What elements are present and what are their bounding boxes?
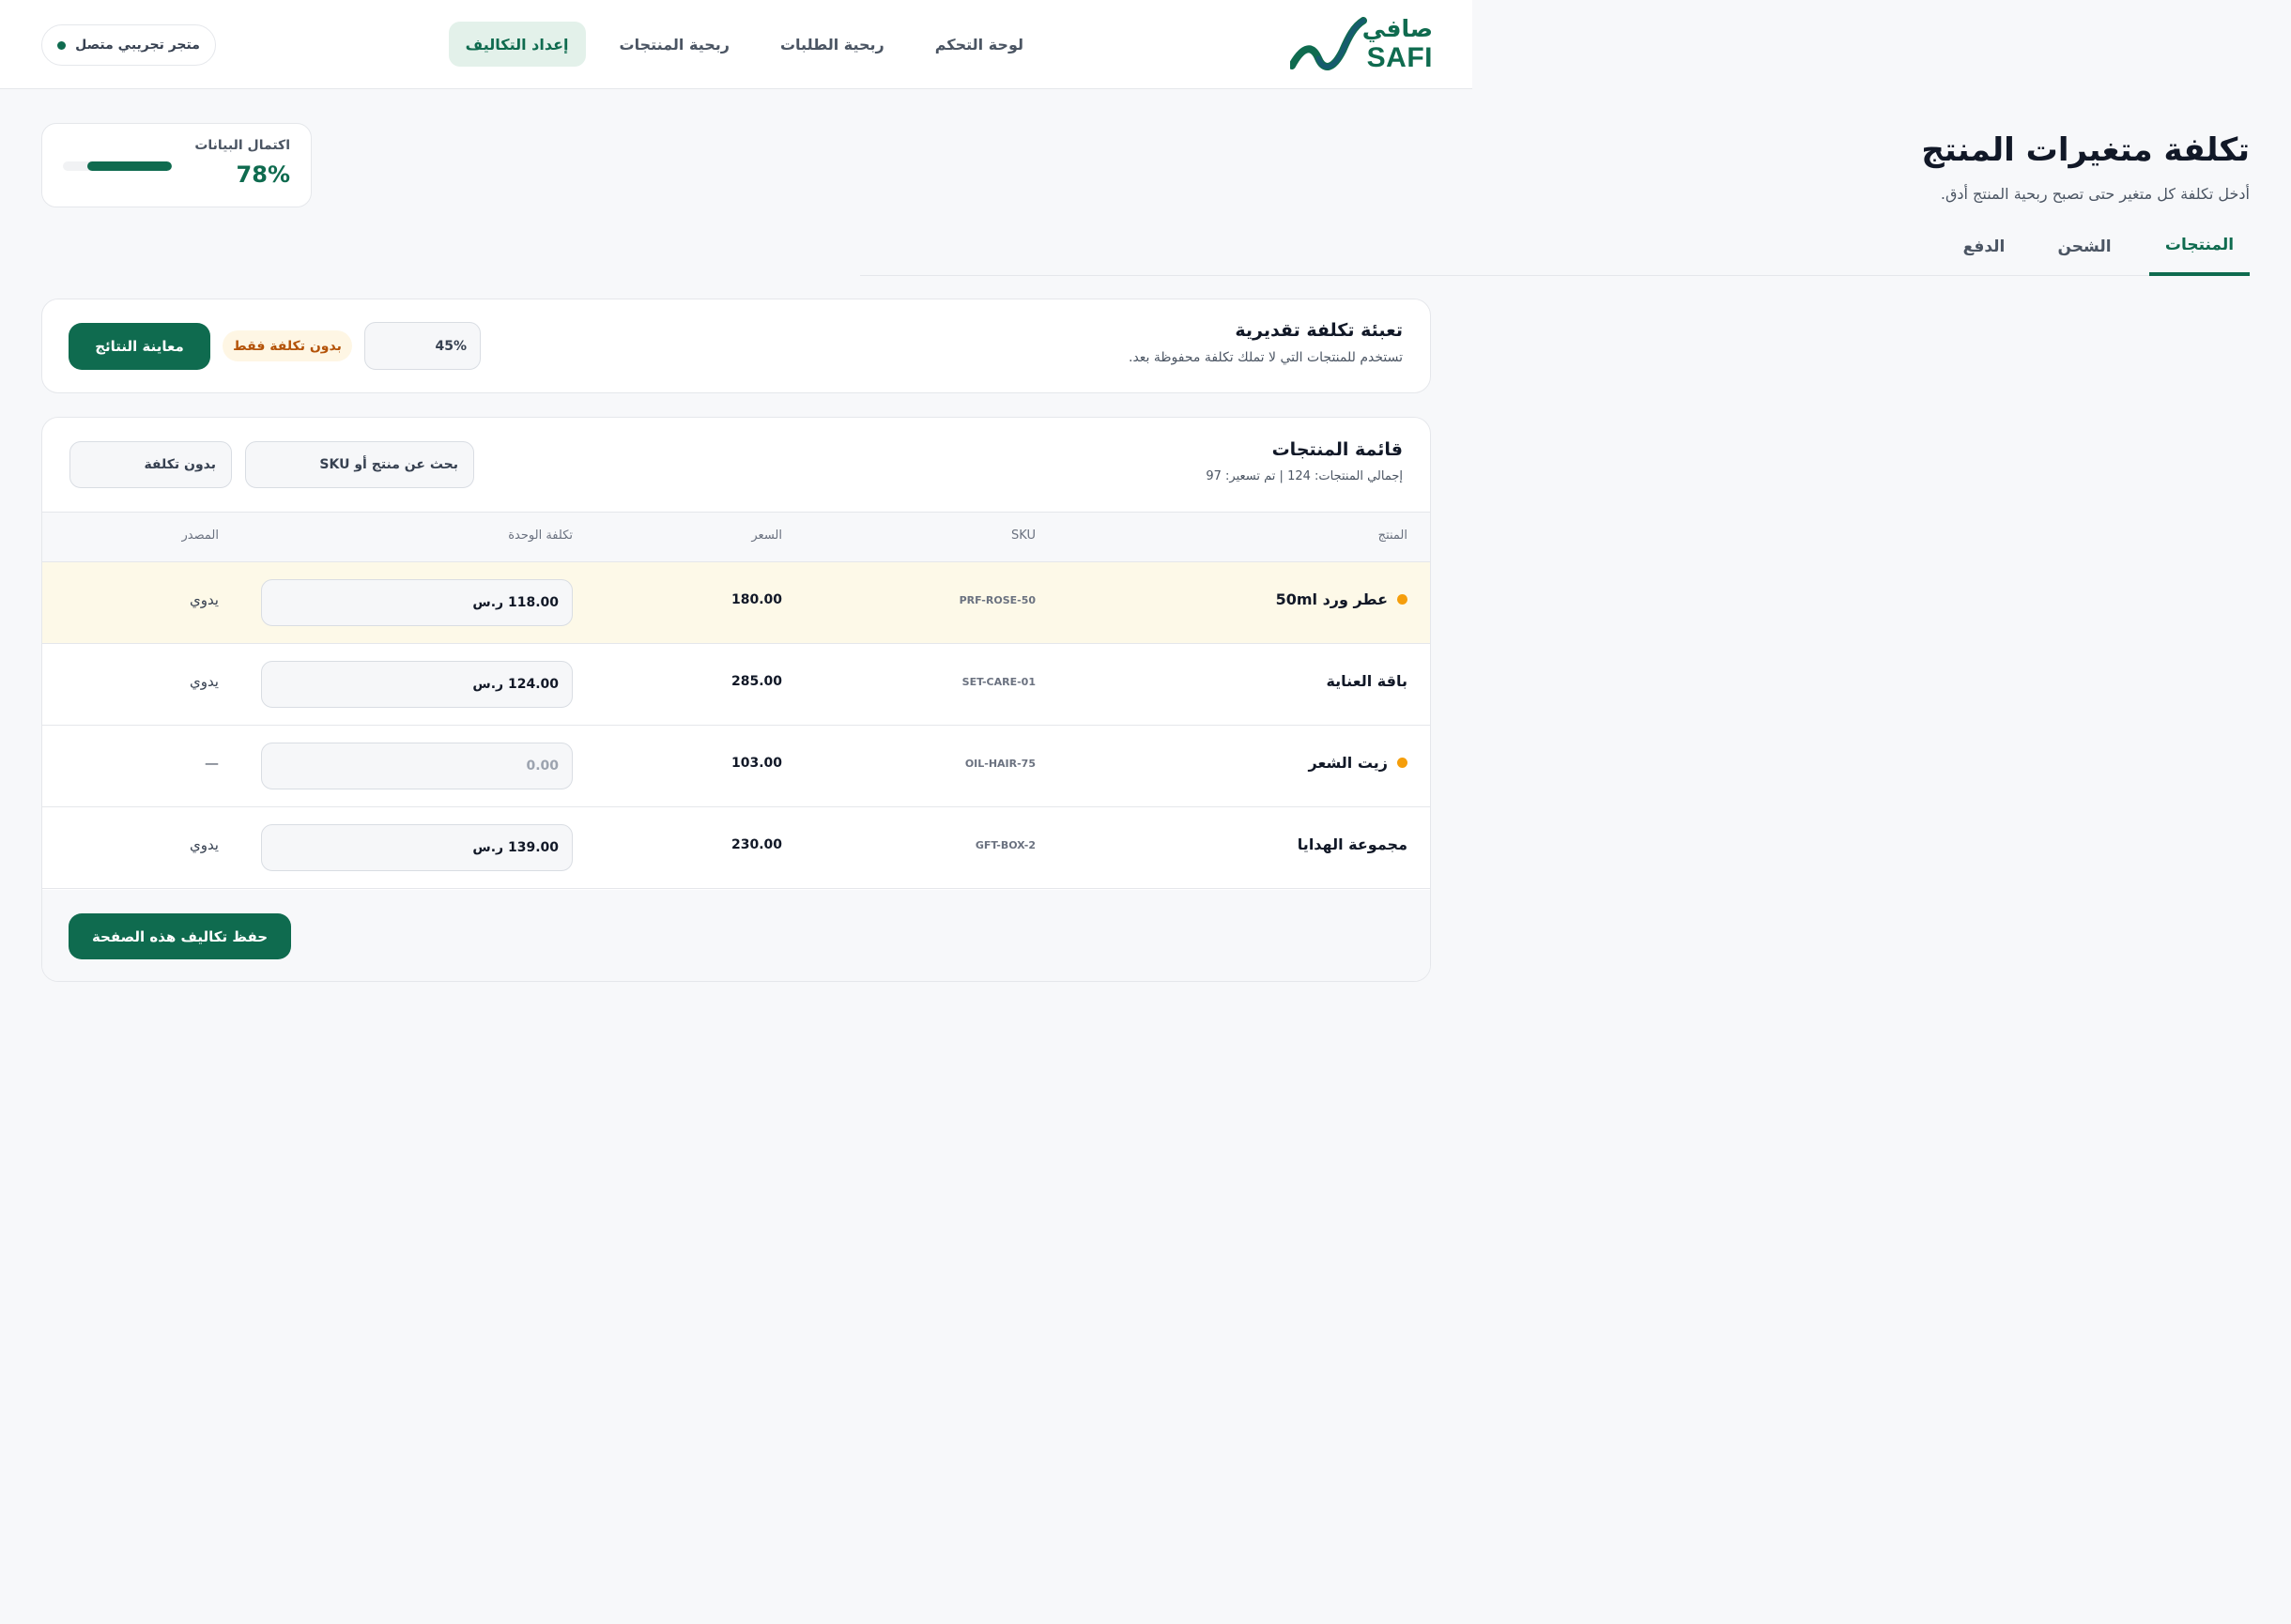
bulk-estimate-title: تعبئة تكلفة تقديرية bbox=[1235, 320, 1403, 341]
product-price: 285.00 bbox=[730, 674, 782, 689]
warning-dot-icon bbox=[1397, 594, 1407, 605]
completion-value: 78% bbox=[236, 161, 290, 188]
unit-cost-input[interactable]: 139.00 ر.س bbox=[261, 824, 573, 871]
safi-logo[interactable]: صافي SAFI bbox=[1290, 15, 1433, 73]
cost-source: — bbox=[205, 755, 219, 772]
product-name: باقة العناية bbox=[1326, 672, 1407, 690]
status-dot-icon bbox=[57, 40, 67, 50]
column-header-source: المصدر bbox=[181, 529, 219, 543]
product-sku: GFT-BOX-2 bbox=[975, 839, 1036, 851]
tab-products[interactable]: المنتجات bbox=[2149, 218, 2250, 276]
product-price: 180.00 bbox=[730, 592, 782, 607]
logo-text-en: SAFI bbox=[1366, 42, 1433, 73]
warning-dot-icon bbox=[1397, 758, 1407, 768]
product-sku: OIL-HAIR-75 bbox=[964, 758, 1036, 770]
completion-progress-fill bbox=[86, 161, 172, 171]
product-sku: SET-CARE-01 bbox=[961, 676, 1036, 688]
column-header-price: السعر bbox=[751, 529, 782, 543]
unit-cost-input[interactable]: 118.00 ر.س bbox=[261, 579, 573, 626]
column-header-sku: SKU bbox=[1011, 529, 1036, 543]
table-row: باقة العناية SET-CARE-01 285.00 124.00 ر… bbox=[42, 644, 1430, 726]
save-footer: حفظ تكاليف هذه الصفحة bbox=[42, 890, 1430, 981]
product-name: مجموعة الهدايا bbox=[1297, 835, 1407, 853]
section-tabs: المنتجات الشحن الدفع bbox=[860, 218, 2250, 276]
nav-dashboard[interactable]: لوحة التحكم bbox=[918, 22, 1040, 67]
logo-text-ar: صافي bbox=[1361, 15, 1433, 42]
product-price: 103.00 bbox=[730, 756, 782, 771]
product-name-cell: زيت الشعر bbox=[1309, 754, 1407, 772]
completion-label: اكتمال البيانات bbox=[194, 138, 290, 153]
completion-progress-bar bbox=[63, 161, 172, 171]
column-header-unit-cost: تكلفة الوحدة bbox=[508, 529, 573, 543]
bulk-estimate-description: تستخدم للمنتجات التي لا تملك تكلفة محفوظ… bbox=[1129, 350, 1403, 365]
product-sku: PRF-ROSE-50 bbox=[959, 594, 1036, 606]
cost-source: يدوي bbox=[189, 836, 219, 853]
product-name: زيت الشعر bbox=[1308, 754, 1388, 772]
products-summary: إجمالي المنتجات: 124 | تم تسعير: 97 bbox=[1206, 469, 1403, 483]
data-completion-card: اكتمال البيانات 78% bbox=[41, 123, 312, 207]
table-header: المنتج SKU السعر تكلفة الوحدة المصدر bbox=[42, 512, 1430, 562]
unit-cost-input[interactable]: 124.00 ر.س bbox=[261, 661, 573, 708]
safi-swoosh-logo-icon bbox=[1290, 17, 1367, 70]
product-name-cell: باقة العناية bbox=[1326, 672, 1407, 690]
page-subtitle: أدخل تكلفة كل متغير حتى تصبح ربحية المنت… bbox=[1940, 185, 2250, 203]
cost-source: يدوي bbox=[189, 673, 219, 690]
main-nav: لوحة التحكم ربحية الطلبات ربحية المنتجات… bbox=[448, 22, 1040, 67]
products-list-title: قائمة المنتجات bbox=[1271, 439, 1403, 460]
tab-payment[interactable]: الدفع bbox=[1944, 218, 2024, 276]
preview-results-button[interactable]: معاينة النتائج bbox=[69, 323, 210, 370]
products-list-card: قائمة المنتجات إجمالي المنتجات: 124 | تم… bbox=[41, 417, 1431, 982]
estimate-percent-input[interactable]: 45% bbox=[364, 322, 481, 370]
product-name-cell: مجموعة الهدايا bbox=[1298, 835, 1407, 853]
table-row: مجموعة الهدايا GFT-BOX-2 230.00 139.00 ر… bbox=[42, 807, 1430, 889]
bulk-estimate-card: تعبئة تكلفة تقديرية تستخدم للمنتجات التي… bbox=[41, 299, 1431, 393]
cost-filter-select[interactable]: بدون تكلفة bbox=[69, 441, 232, 488]
nav-products-profitability[interactable]: ربحية المنتجات bbox=[603, 22, 746, 67]
column-header-product: المنتج bbox=[1377, 529, 1407, 543]
cost-source: يدوي bbox=[189, 591, 219, 608]
product-name-cell: عطر ورد 50ml bbox=[1276, 590, 1407, 608]
product-name: عطر ورد 50ml bbox=[1275, 590, 1388, 608]
table-row: زيت الشعر OIL-HAIR-75 103.00 0.00 — bbox=[42, 726, 1430, 807]
save-page-costs-button[interactable]: حفظ تكاليف هذه الصفحة bbox=[69, 913, 291, 959]
nav-orders-profitability[interactable]: ربحية الطلبات bbox=[763, 22, 901, 67]
top-bar: صافي SAFI لوحة التحكم ربحية الطلبات ربحي… bbox=[0, 0, 1472, 89]
missing-cost-only-badge[interactable]: بدون تكلفة فقط bbox=[223, 330, 352, 361]
product-price: 230.00 bbox=[730, 837, 782, 852]
store-status-label: متجر تجريبي متصل bbox=[75, 38, 200, 53]
product-search-input[interactable]: بحث عن منتج أو SKU bbox=[245, 441, 474, 488]
store-status-pill[interactable]: متجر تجريبي متصل bbox=[41, 24, 216, 66]
unit-cost-input[interactable]: 0.00 bbox=[261, 743, 573, 789]
nav-cost-setup[interactable]: إعداد التكاليف bbox=[448, 22, 586, 67]
page-title: تكلفة متغيرات المنتج bbox=[1921, 131, 2250, 169]
tab-shipping[interactable]: الشحن bbox=[2039, 218, 2130, 276]
table-row: عطر ورد 50ml PRF-ROSE-50 180.00 118.00 ر… bbox=[42, 562, 1430, 644]
